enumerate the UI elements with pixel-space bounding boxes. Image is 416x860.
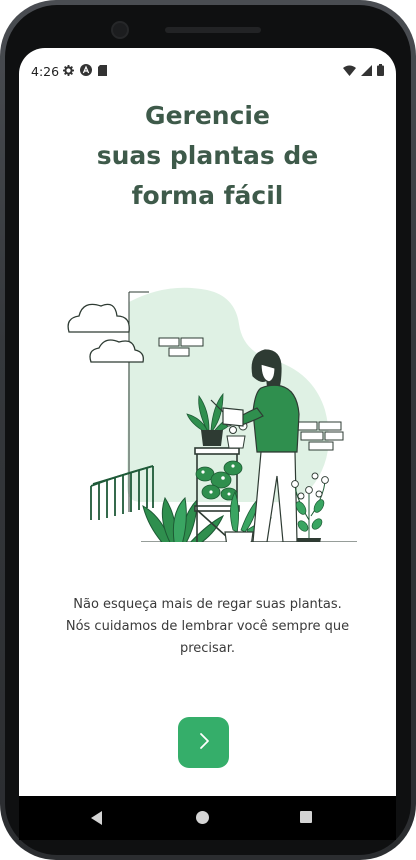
woman-watering-plants-illustration: [57, 280, 357, 558]
front-camera: [113, 23, 127, 37]
status-icons-left: [63, 64, 107, 79]
signal-icon: [361, 64, 372, 79]
status-time: 4:26: [31, 64, 60, 79]
back-icon[interactable]: [91, 810, 103, 829]
chevron-right-icon: [197, 732, 211, 753]
title-line-3: forma fácil: [131, 181, 284, 210]
sd-card-icon: [98, 64, 107, 79]
battery-icon: [377, 64, 384, 79]
earpiece-speaker: [165, 27, 261, 33]
wifi-icon: [343, 64, 356, 79]
status-bar: 4:26: [19, 48, 396, 92]
next-button[interactable]: [178, 717, 229, 768]
gear-icon: [63, 64, 74, 79]
home-icon[interactable]: [196, 811, 209, 824]
recents-icon[interactable]: [300, 811, 312, 823]
status-icons-right: [343, 64, 384, 79]
a-circle-icon: [80, 64, 92, 79]
system-nav-bar: [19, 796, 396, 840]
page-title: Gerencie suas plantas de forma fácil: [19, 96, 396, 216]
title-line-1: Gerencie: [145, 101, 270, 130]
title-line-2: suas plantas de: [96, 141, 319, 170]
phone-frame: 4:26 Gerencie suas plantas de forma fáci…: [0, 0, 416, 860]
onboarding-description: Não esqueça mais de regar suas plantas. …: [65, 597, 350, 656]
app-screen: 4:26 Gerencie suas plantas de forma fáci…: [19, 48, 396, 831]
